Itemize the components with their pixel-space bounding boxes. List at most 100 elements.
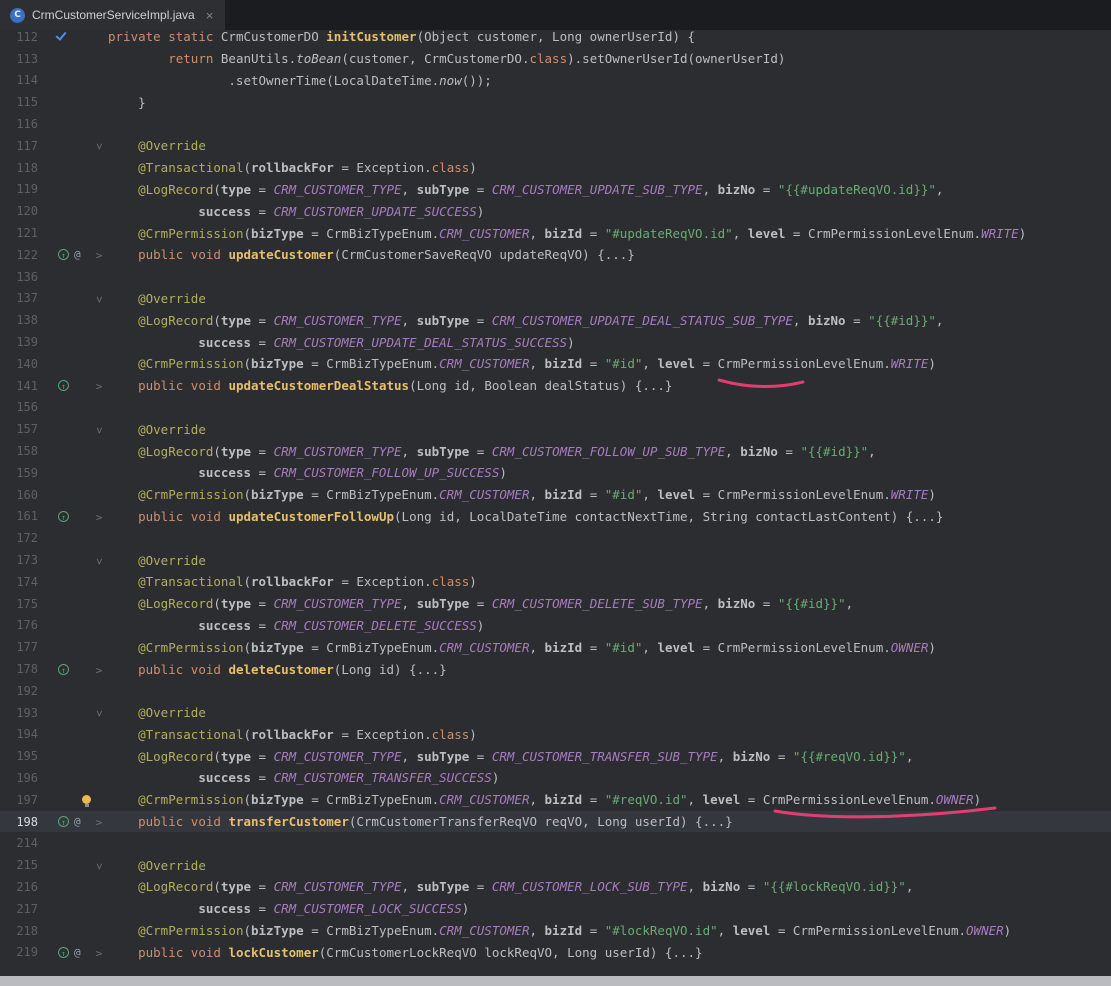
code-text[interactable]: @Override bbox=[108, 138, 1111, 153]
fold-expanded-icon[interactable]: > bbox=[93, 558, 106, 565]
code-text[interactable]: @Override bbox=[108, 705, 1111, 720]
line-number[interactable]: 177 bbox=[0, 640, 46, 654]
code-text[interactable]: @LogRecord(type = CRM_CUSTOMER_TYPE, sub… bbox=[108, 749, 1111, 764]
code-text[interactable]: @Transactional(rollbackFor = Exception.c… bbox=[108, 160, 1111, 175]
line-number[interactable]: 138 bbox=[0, 313, 46, 327]
override-method-icon[interactable]: ↑ bbox=[58, 816, 69, 827]
line-number[interactable]: 216 bbox=[0, 880, 46, 894]
fold-collapsed-icon[interactable]: > bbox=[96, 816, 103, 829]
fold-expanded-icon[interactable]: > bbox=[93, 427, 106, 434]
line-number[interactable]: 114 bbox=[0, 73, 46, 87]
line-number[interactable]: 197 bbox=[0, 793, 46, 807]
line-number[interactable]: 173 bbox=[0, 553, 46, 567]
code-text[interactable]: public void updateCustomerFollowUp(Long … bbox=[108, 509, 1111, 524]
external-annotation-icon[interactable]: @ bbox=[74, 249, 81, 260]
line-number[interactable]: 119 bbox=[0, 182, 46, 196]
code-text[interactable]: @CrmPermission(bizType = CrmBizTypeEnum.… bbox=[108, 792, 1111, 807]
line-number[interactable]: 141 bbox=[0, 379, 46, 393]
code-text[interactable]: success = CRM_CUSTOMER_TRANSFER_SUCCESS) bbox=[108, 770, 1111, 785]
line-number[interactable]: 159 bbox=[0, 466, 46, 480]
code-text[interactable]: @Override bbox=[108, 858, 1111, 873]
line-number[interactable]: 137 bbox=[0, 291, 46, 305]
code-text[interactable]: @Override bbox=[108, 553, 1111, 568]
line-number[interactable]: 178 bbox=[0, 662, 46, 676]
line-number[interactable]: 217 bbox=[0, 902, 46, 916]
code-text[interactable]: public void deleteCustomer(Long id) {...… bbox=[108, 662, 1111, 677]
code-text[interactable]: @Override bbox=[108, 422, 1111, 437]
fold-collapsed-icon[interactable]: > bbox=[96, 664, 103, 677]
code-text[interactable]: @LogRecord(type = CRM_CUSTOMER_TYPE, sub… bbox=[108, 596, 1111, 611]
code-text[interactable]: @LogRecord(type = CRM_CUSTOMER_TYPE, sub… bbox=[108, 444, 1111, 459]
code-text[interactable]: .setOwnerTime(LocalDateTime.now()); bbox=[108, 73, 1111, 88]
line-number[interactable]: 194 bbox=[0, 727, 46, 741]
code-text[interactable]: success = CRM_CUSTOMER_DELETE_SUCCESS) bbox=[108, 618, 1111, 633]
code-text[interactable]: success = CRM_CUSTOMER_FOLLOW_UP_SUCCESS… bbox=[108, 465, 1111, 480]
external-annotation-icon[interactable]: @ bbox=[74, 816, 81, 827]
code-text[interactable]: return BeanUtils.toBean(customer, CrmCus… bbox=[108, 51, 1111, 66]
line-number[interactable]: 139 bbox=[0, 335, 46, 349]
line-number[interactable]: 195 bbox=[0, 749, 46, 763]
override-method-icon[interactable]: ↑ bbox=[58, 664, 69, 675]
fold-expanded-icon[interactable]: > bbox=[93, 296, 106, 303]
code-text[interactable]: @CrmPermission(bizType = CrmBizTypeEnum.… bbox=[108, 487, 1111, 502]
code-text[interactable]: public void transferCustomer(CrmCustomer… bbox=[108, 814, 1111, 829]
fold-expanded-icon[interactable]: > bbox=[93, 710, 106, 717]
line-number[interactable]: 198 bbox=[0, 815, 46, 829]
fold-collapsed-icon[interactable]: > bbox=[96, 947, 103, 960]
line-number[interactable]: 176 bbox=[0, 618, 46, 632]
code-text[interactable]: @Override bbox=[108, 291, 1111, 306]
line-number[interactable]: 116 bbox=[0, 117, 46, 131]
code-text[interactable]: success = CRM_CUSTOMER_UPDATE_DEAL_STATU… bbox=[108, 335, 1111, 350]
code-text[interactable]: @CrmPermission(bizType = CrmBizTypeEnum.… bbox=[108, 226, 1111, 241]
code-text[interactable]: @LogRecord(type = CRM_CUSTOMER_TYPE, sub… bbox=[108, 182, 1111, 197]
line-number[interactable]: 118 bbox=[0, 161, 46, 175]
code-text[interactable]: success = CRM_CUSTOMER_UPDATE_SUCCESS) bbox=[108, 204, 1111, 219]
line-number[interactable]: 214 bbox=[0, 836, 46, 850]
fold-collapsed-icon[interactable]: > bbox=[96, 380, 103, 393]
line-number[interactable]: 215 bbox=[0, 858, 46, 872]
tab-close-icon[interactable]: × bbox=[206, 9, 214, 22]
line-number[interactable]: 158 bbox=[0, 444, 46, 458]
override-method-icon[interactable]: ↑ bbox=[58, 511, 69, 522]
line-number[interactable]: 160 bbox=[0, 488, 46, 502]
code-text[interactable]: @CrmPermission(bizType = CrmBizTypeEnum.… bbox=[108, 356, 1111, 371]
line-number[interactable]: 117 bbox=[0, 139, 46, 153]
code-text[interactable]: public void updateCustomer(CrmCustomerSa… bbox=[108, 247, 1111, 262]
line-number[interactable]: 172 bbox=[0, 531, 46, 545]
line-number[interactable]: 219 bbox=[0, 945, 46, 959]
line-number[interactable]: 192 bbox=[0, 684, 46, 698]
line-number[interactable]: 122 bbox=[0, 248, 46, 262]
editor-tab[interactable]: C CrmCustomerServiceImpl.java × bbox=[0, 0, 225, 30]
override-method-icon[interactable]: ↑ bbox=[58, 249, 69, 260]
line-number[interactable]: 136 bbox=[0, 270, 46, 284]
intention-bulb-icon[interactable] bbox=[82, 795, 91, 804]
line-number[interactable]: 140 bbox=[0, 357, 46, 371]
code-text[interactable]: public void updateCustomerDealStatus(Lon… bbox=[108, 378, 1111, 393]
code-text[interactable]: @CrmPermission(bizType = CrmBizTypeEnum.… bbox=[108, 923, 1111, 938]
fold-collapsed-icon[interactable]: > bbox=[96, 249, 103, 262]
line-number[interactable]: 157 bbox=[0, 422, 46, 436]
line-number[interactable]: 112 bbox=[0, 30, 46, 44]
code-text[interactable]: @Transactional(rollbackFor = Exception.c… bbox=[108, 727, 1111, 742]
line-number[interactable]: 113 bbox=[0, 52, 46, 66]
fold-collapsed-icon[interactable]: > bbox=[96, 511, 103, 524]
code-text[interactable]: success = CRM_CUSTOMER_LOCK_SUCCESS) bbox=[108, 901, 1111, 916]
code-text[interactable]: @LogRecord(type = CRM_CUSTOMER_TYPE, sub… bbox=[108, 313, 1111, 328]
line-number[interactable]: 174 bbox=[0, 575, 46, 589]
line-number[interactable]: 156 bbox=[0, 400, 46, 414]
line-number[interactable]: 120 bbox=[0, 204, 46, 218]
code-text[interactable]: public void lockCustomer(CrmCustomerLock… bbox=[108, 945, 1111, 960]
code-editor[interactable]: 112 private static CrmCustomerDO initCust… bbox=[0, 30, 1111, 976]
external-annotation-icon[interactable]: @ bbox=[74, 947, 81, 958]
code-text[interactable]: } bbox=[108, 95, 1111, 110]
line-number[interactable]: 115 bbox=[0, 95, 46, 109]
override-method-icon[interactable]: ↑ bbox=[58, 380, 69, 391]
line-number[interactable]: 161 bbox=[0, 509, 46, 523]
fold-expanded-icon[interactable]: > bbox=[93, 144, 106, 151]
code-text[interactable]: @Transactional(rollbackFor = Exception.c… bbox=[108, 574, 1111, 589]
fold-expanded-icon[interactable]: > bbox=[93, 863, 106, 870]
line-number[interactable]: 121 bbox=[0, 226, 46, 240]
code-text[interactable]: private static CrmCustomerDO initCustome… bbox=[108, 30, 1111, 44]
code-text[interactable]: @LogRecord(type = CRM_CUSTOMER_TYPE, sub… bbox=[108, 879, 1111, 894]
line-number[interactable]: 175 bbox=[0, 597, 46, 611]
